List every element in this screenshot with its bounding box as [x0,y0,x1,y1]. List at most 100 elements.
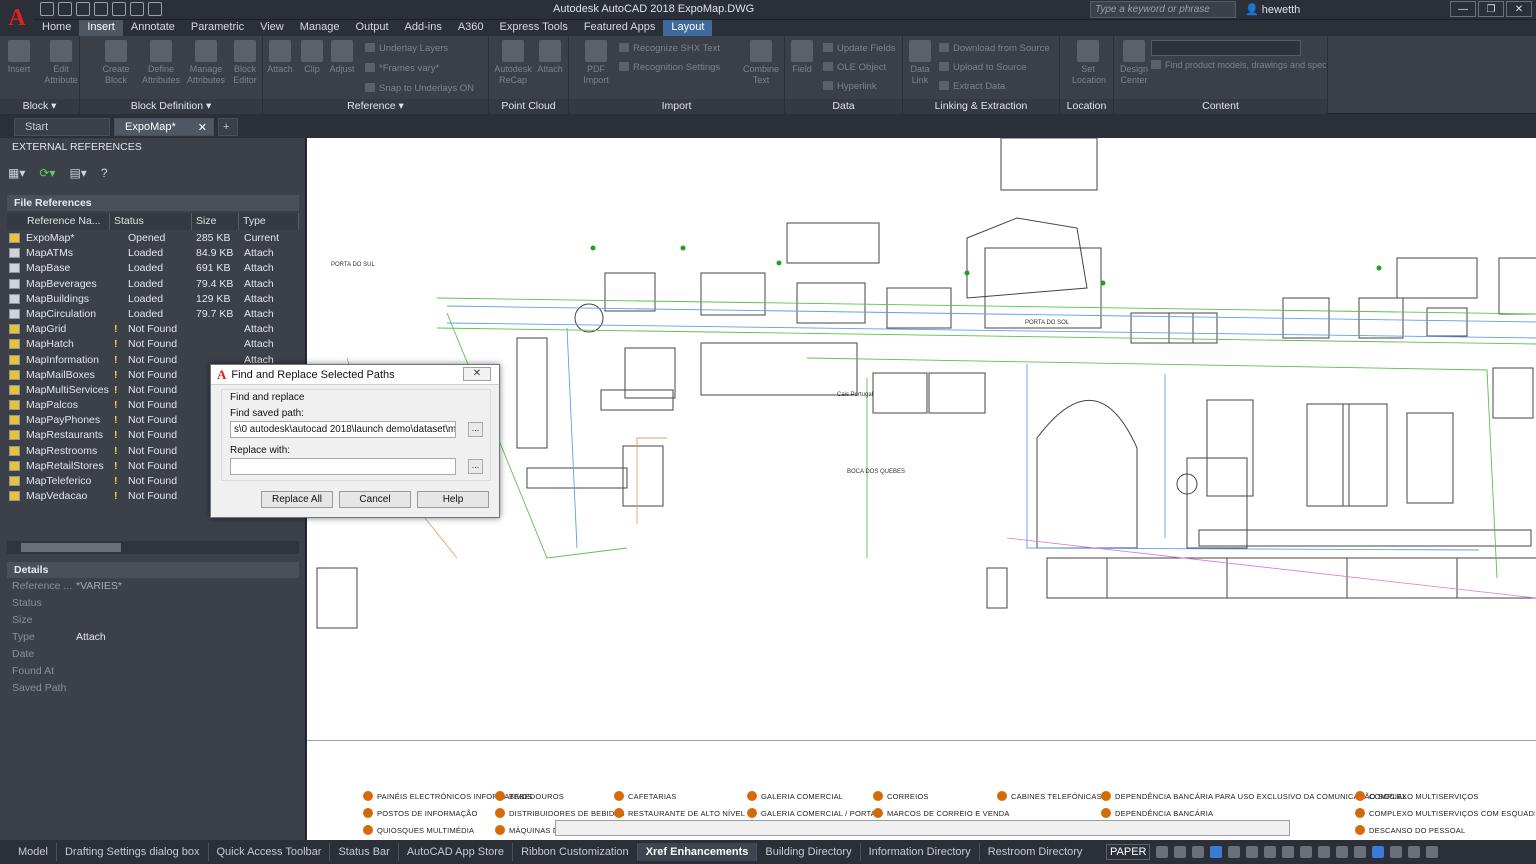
tab-manage[interactable]: Manage [292,20,348,36]
download-from-source-button[interactable]: Download from Source [939,43,1050,54]
xref-row[interactable]: MapGrid! Not Found Attach [7,322,299,337]
layout-tab-status-bar[interactable]: Status Bar [330,843,399,861]
layout-tab-xref-enhancements[interactable]: Xref Enhancements [637,843,758,861]
hyperlink-button[interactable]: Hyperlink [823,81,877,92]
transparency-icon[interactable] [1282,846,1295,858]
design-center-button[interactable]: Design Center [1118,40,1150,86]
autodesk-recap-button[interactable]: Autodesk ReCap [493,40,533,86]
col-status[interactable]: Status [110,213,192,230]
hardware-acceleration-icon[interactable] [1390,846,1403,858]
layout-tab-ribbon-customization[interactable]: Ribbon Customization [513,843,638,861]
extract-data-button[interactable]: Extract Data [939,81,1005,92]
minimize-icon[interactable]: — [1450,1,1476,17]
restore-icon[interactable]: ❐ [1478,1,1504,17]
list-horizontal-scrollbar[interactable] [7,541,299,554]
pdf-import-button[interactable]: PDF Import [579,40,613,86]
otrack-icon[interactable] [1246,846,1259,858]
panel-title[interactable]: Block Definition ▾ [80,99,262,114]
xref-row[interactable]: MapBeverages Loaded 79.4 KB Attach [7,277,299,292]
polar-icon[interactable] [1210,846,1223,858]
point-cloud-attach-button[interactable]: Attach [537,40,563,75]
layout-tab-app-store[interactable]: AutoCAD App Store [399,843,514,861]
grid-icon[interactable] [1156,846,1169,858]
combine-text-button[interactable]: Combine Text [741,40,781,86]
replace-with-input[interactable] [230,458,456,475]
tab-output[interactable]: Output [348,20,397,36]
tab-annotate[interactable]: Annotate [123,20,183,36]
tab-layout[interactable]: Layout [663,20,713,36]
data-link-button[interactable]: Data Link [907,40,933,86]
edit-attribute-button[interactable]: Edit Attribute [44,40,78,86]
help-icon[interactable]: ? [101,166,108,180]
file-references-header[interactable]: File References [7,195,299,211]
change-path-icon[interactable]: ▤▾ [69,166,86,180]
adjust-button[interactable]: Adjust [329,40,355,75]
help-button[interactable]: Help [417,491,489,508]
block-editor-button[interactable]: Block Editor [230,40,260,86]
application-menu-button[interactable]: A [0,0,34,36]
isolate-objects-icon[interactable] [1372,846,1385,858]
layout-tab-model[interactable]: Model [10,843,57,861]
command-line[interactable] [555,820,1290,836]
clean-screen-icon[interactable] [1408,846,1421,858]
paper-space-toggle[interactable]: PAPER [1106,844,1151,860]
content-search-input[interactable] [1151,40,1301,56]
replace-browse-button[interactable]: ... [468,459,483,474]
update-fields-button[interactable]: Update Fields [823,43,896,54]
doc-tab-start[interactable]: Start [14,118,110,136]
close-icon[interactable]: ✕ [1506,1,1532,17]
underlay-layers-button[interactable]: Underlay Layers [365,43,448,54]
tab-view[interactable]: View [252,20,292,36]
col-size[interactable]: Size [192,213,239,230]
redo-icon[interactable] [148,2,162,16]
cancel-button[interactable]: Cancel [339,491,411,508]
details-header[interactable]: Details [7,562,299,578]
layout-tab-restroom-directory[interactable]: Restroom Directory [980,843,1092,861]
new-tab-button[interactable]: + [218,118,238,136]
layout-tab-building-directory[interactable]: Building Directory [757,843,861,861]
clip-button[interactable]: Clip [299,40,325,75]
selection-cycling-icon[interactable] [1300,846,1313,858]
tab-insert[interactable]: Insert [79,20,123,36]
tab-parametric[interactable]: Parametric [183,20,252,36]
customization-menu-icon[interactable] [1426,846,1439,858]
plus-icon[interactable] [1354,846,1367,858]
user-account[interactable]: 👤 hewetth [1245,3,1300,16]
osnap-icon[interactable] [1228,846,1241,858]
dialog-title-bar[interactable]: A Find and Replace Selected Paths [211,365,499,385]
tab-add-ins[interactable]: Add-ins [397,20,450,36]
dialog-close-button[interactable]: ✕ [463,367,491,381]
close-tab-icon[interactable]: ✕ [198,121,207,134]
layout-tab-information-directory[interactable]: Information Directory [861,843,980,861]
xref-row[interactable]: ExpoMap* Opened 285 KB Current [7,231,299,246]
replace-all-button[interactable]: Replace All [261,491,333,508]
help-search-input[interactable]: Type a keyword or phrase [1090,1,1236,18]
save-as-icon[interactable] [94,2,108,16]
frames-vary-dropdown[interactable]: *Frames vary* [365,63,439,74]
xref-row[interactable]: MapBase Loaded 691 KB Attach [7,261,299,276]
attach-button[interactable]: Attach [267,40,293,75]
annotation-scale-icon[interactable] [1318,846,1331,858]
col-type[interactable]: Type [239,213,299,230]
col-reference-name[interactable]: Reference Na... [7,213,110,230]
find-path-input[interactable]: s\0 autodesk\autocad 2018\launch demo\da… [230,421,456,438]
new-icon[interactable] [40,2,54,16]
panel-title[interactable]: Block ▾ [0,99,79,114]
gear-icon[interactable] [1336,846,1349,858]
upload-to-source-button[interactable]: Upload to Source [939,62,1026,73]
manage-attributes-button[interactable]: Manage Attributes [186,40,226,86]
tab-a360[interactable]: A360 [450,20,492,36]
undo-icon[interactable] [130,2,144,16]
open-icon[interactable] [58,2,72,16]
xref-row[interactable]: MapBuildings Loaded 129 KB Attach [7,292,299,307]
ole-object-button[interactable]: OLE Object [823,62,886,73]
doc-tab-expomap[interactable]: ExpoMap* ✕ [114,118,214,136]
tab-express-tools[interactable]: Express Tools [492,20,576,36]
xref-row[interactable]: MapHatch! Not Found Attach [7,337,299,352]
ortho-icon[interactable] [1192,846,1205,858]
find-browse-button[interactable]: ... [468,422,483,437]
recognition-settings-button[interactable]: Recognition Settings [619,62,720,73]
create-block-button[interactable]: Create Block [100,40,132,86]
snap-to-underlays-dropdown[interactable]: Snap to Underlays ON [365,83,474,94]
save-icon[interactable] [76,2,90,16]
